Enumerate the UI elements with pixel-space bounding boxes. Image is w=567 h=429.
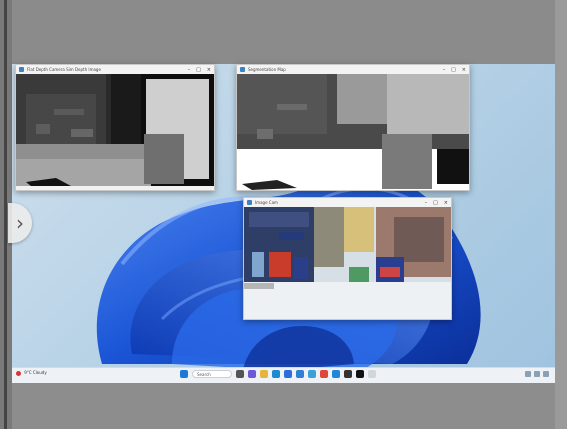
app-icon [240,67,245,72]
chevron-left-icon: › [16,211,24,235]
minimize-icon[interactable]: – [188,67,191,73]
close-icon[interactable]: × [207,67,211,73]
close-icon[interactable]: × [462,67,466,73]
maximize-icon[interactable]: □ [451,67,456,73]
camera-image-view [244,207,451,319]
store-icon[interactable] [284,370,292,378]
taskbar: 9°C Cloudy Search [12,367,555,383]
depth-image-view [16,74,214,190]
maximize-icon[interactable]: □ [196,67,201,73]
photos-icon[interactable] [308,370,316,378]
capture-top-margin [0,0,567,64]
volume-icon[interactable] [543,371,549,377]
window-titlebar[interactable]: Segmentation Map – □ × [237,65,469,74]
depth-window-left[interactable]: Flat Depth Camera Sim Depth Image – □ × [15,64,215,191]
terminal-icon[interactable] [344,370,352,378]
task-view-icon[interactable] [236,370,244,378]
weather-text: Cloudy [32,370,47,375]
vs-code-icon[interactable] [332,370,340,378]
window-titlebar[interactable]: Flat Depth Camera Sim Depth Image – □ × [16,65,214,74]
window-title: Image Cam [255,200,278,205]
start-icon[interactable] [180,370,188,378]
segmentation-window[interactable]: Segmentation Map – □ × [236,64,470,191]
tray-icon[interactable] [525,371,531,377]
file-explorer-icon[interactable] [260,370,268,378]
minimize-icon[interactable]: – [425,200,428,206]
right-window-edge [555,0,567,429]
window-title: Segmentation Map [248,67,286,72]
maximize-icon[interactable]: □ [433,200,438,206]
edge-icon[interactable] [272,370,280,378]
window-title: Flat Depth Camera Sim Depth Image [27,67,101,72]
close-icon[interactable]: × [444,200,448,206]
network-icon[interactable] [534,371,540,377]
capture-bottom-margin [0,382,567,429]
window-titlebar[interactable]: Image Cam – □ × [244,198,451,207]
chrome-icon[interactable] [320,370,328,378]
search-box[interactable]: Search [192,370,232,378]
chat-icon[interactable] [248,370,256,378]
weather-temp: 9°C [24,370,32,375]
unreal-icon[interactable] [356,370,364,378]
system-tray [525,371,549,377]
taskbar-apps: Search [180,370,376,378]
app-icon [247,200,252,205]
segmentation-image-view [237,74,469,190]
weather-icon [16,370,21,376]
notepad-icon[interactable] [368,370,376,378]
minimize-icon[interactable]: – [443,67,446,73]
camera-window[interactable]: Image Cam – □ × [243,197,452,320]
app-icon [19,67,24,72]
mail-icon[interactable] [296,370,304,378]
weather-widget[interactable]: 9°C Cloudy [16,370,47,376]
